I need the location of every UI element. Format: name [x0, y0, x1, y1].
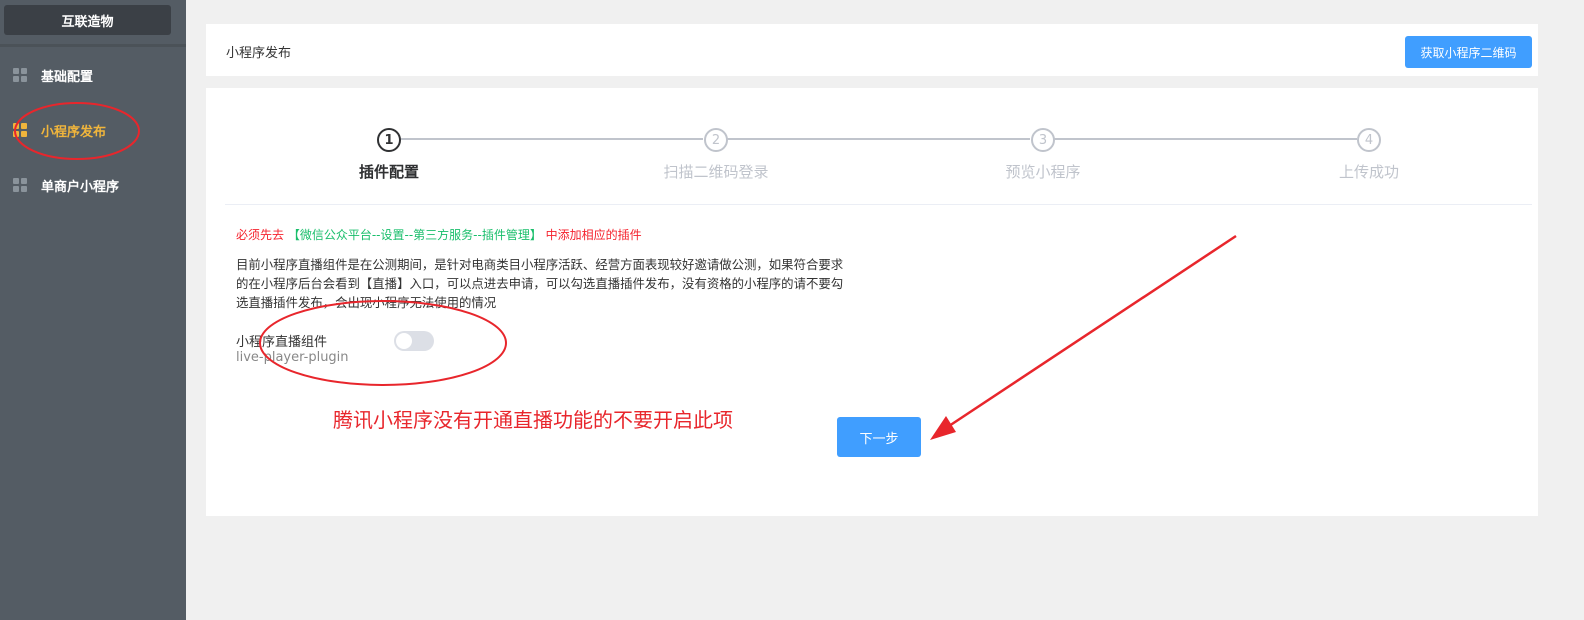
grid-icon — [13, 68, 27, 82]
live-plugin-toggle[interactable] — [394, 331, 434, 351]
step-2-indicator: 2 — [704, 128, 728, 152]
page-title: 小程序发布 — [226, 46, 292, 61]
sidebar-item-basic-config[interactable]: 基础配置 — [0, 55, 186, 95]
next-step-button[interactable]: 下一步 — [837, 417, 921, 457]
annotation-text: 腾讯小程序没有开通直播功能的不要开启此项 — [333, 408, 733, 432]
step-4-label: 上传成功 — [1338, 163, 1400, 181]
get-qrcode-button[interactable]: 获取小程序二维码 — [1405, 36, 1532, 68]
live-plugin-description: 目前小程序直播组件是在公测期间，是针对电商类目小程序活跃、经营方面表现较好邀请做… — [236, 257, 844, 310]
step-connector — [1054, 138, 1357, 140]
grid-icon — [13, 123, 27, 137]
toggle-knob — [396, 333, 412, 349]
step-3-indicator: 3 — [1031, 128, 1055, 152]
step-2-label: 扫描二维码登录 — [663, 163, 769, 181]
sidebar-item-miniprogram-publish[interactable]: 小程序发布 — [0, 110, 186, 150]
plugin-notice: 必须先去 【微信公众平台--设置--第三方服务--插件管理】 中添加相应的插件 — [236, 226, 642, 243]
sidebar: 互联造物 基础配置 小程序发布 单商户小程序 — [0, 0, 186, 620]
steps-divider — [225, 204, 1532, 205]
notice-path: 【微信公众平台--设置--第三方服务--插件管理】 — [287, 228, 542, 242]
plugin-id: live-player-plugin — [236, 350, 349, 365]
sidebar-item-label: 单商户小程序 — [41, 179, 120, 195]
brand-divider — [0, 44, 186, 47]
step-1-label: 插件配置 — [358, 163, 420, 181]
sidebar-item-single-merchant[interactable]: 单商户小程序 — [0, 165, 186, 205]
step-3-label: 预览小程序 — [1005, 163, 1081, 181]
brand-logo: 互联造物 — [4, 5, 171, 35]
step-connector — [727, 138, 1030, 140]
notice-suffix: 中添加相应的插件 — [545, 228, 642, 242]
notice-prefix: 必须先去 — [236, 228, 285, 242]
grid-icon — [13, 178, 27, 192]
sidebar-item-label: 基础配置 — [41, 69, 94, 85]
step-connector — [400, 138, 703, 140]
page-header: 小程序发布 获取小程序二维码 — [206, 24, 1538, 76]
plugin-label: 小程序直播组件 — [236, 335, 328, 350]
step-4-indicator: 4 — [1357, 128, 1381, 152]
step-1-indicator: 1 — [377, 128, 401, 152]
sidebar-item-label: 小程序发布 — [41, 124, 107, 140]
